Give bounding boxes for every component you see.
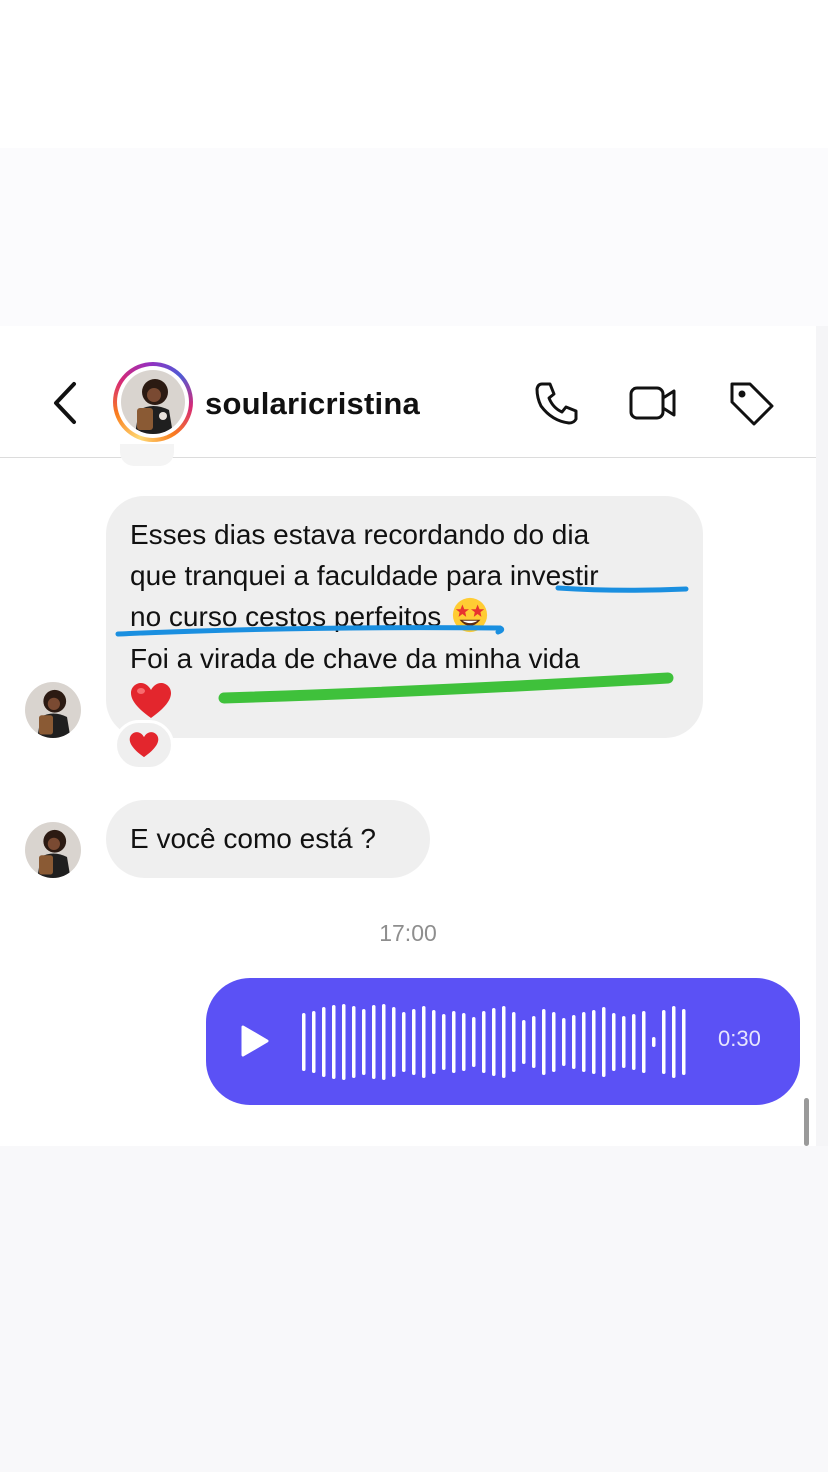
waveform-bar [362, 1009, 366, 1075]
waveform-bar [672, 1006, 676, 1078]
waveform-bar [562, 1018, 566, 1066]
message-bubble[interactable]: E você como está ? [106, 800, 430, 878]
waveform-bar [452, 1011, 456, 1073]
audio-waveform [302, 1004, 686, 1080]
message-line: Esses dias estava recordando do dia [130, 519, 590, 550]
waveform-bar [352, 1006, 356, 1078]
chevron-left-icon[interactable] [44, 378, 84, 428]
waveform-bar [492, 1008, 496, 1076]
sender-avatar[interactable] [25, 682, 81, 738]
message-line: E você como está ? [130, 823, 376, 854]
reaction-heart[interactable] [114, 720, 174, 770]
waveform-bar [422, 1006, 426, 1078]
waveform-bar [612, 1013, 616, 1071]
waveform-bar [472, 1017, 476, 1067]
voice-duration: 0:30 [718, 1026, 761, 1051]
waveform-bar [402, 1012, 406, 1072]
message-line: que tranquei a faculdade para investir [130, 560, 599, 591]
lower-gray-area [0, 1146, 828, 1472]
waveform-bar [412, 1009, 416, 1075]
waveform-bar [622, 1016, 626, 1068]
phone-icon[interactable] [532, 378, 582, 428]
red-heart-emoji [131, 683, 171, 719]
waveform-bar [462, 1013, 466, 1071]
screen: soularicristina Esses dias estava record… [0, 0, 828, 1472]
waveform-bar [432, 1010, 436, 1074]
waveform-bar [602, 1007, 606, 1077]
video-camera-icon[interactable] [628, 378, 678, 428]
chat-header: soularicristina [0, 326, 816, 458]
waveform-bar [552, 1012, 556, 1072]
waveform-bar [442, 1014, 446, 1070]
right-edge [816, 326, 828, 1146]
waveform-bar [532, 1016, 536, 1068]
waveform-bar [322, 1007, 326, 1077]
tag-icon[interactable] [726, 378, 776, 428]
message-bubble[interactable]: Esses dias estava recordando do dia que … [106, 496, 703, 738]
waveform-bar [572, 1015, 576, 1069]
waveform-bar [632, 1014, 636, 1070]
avatar-photo [121, 370, 185, 434]
waveform-bar [512, 1012, 516, 1072]
sender-avatar[interactable] [25, 822, 81, 878]
top-blank-area [0, 0, 828, 148]
message-line: Foi a virada de chave da minha vida [130, 642, 580, 674]
waveform-bar [482, 1011, 486, 1073]
waveform-bar [332, 1005, 336, 1079]
waveform-bar [302, 1013, 306, 1071]
waveform-bar [582, 1012, 586, 1072]
scrollbar[interactable] [804, 1098, 809, 1146]
waveform-bar [392, 1007, 396, 1077]
upper-gray-area [0, 148, 828, 326]
waveform-bar [652, 1037, 656, 1047]
waveform-bar [382, 1004, 386, 1080]
red-heart-emoji [129, 732, 159, 758]
message-timestamp: 17:00 [379, 920, 437, 946]
waveform-bar [312, 1011, 316, 1073]
waveform-bar [682, 1009, 686, 1075]
waveform-bar [592, 1010, 596, 1074]
profile-avatar[interactable] [113, 362, 193, 442]
message-line: no curso cestos perfeitos [130, 601, 442, 632]
waveform-bar [542, 1009, 546, 1075]
waveform-bar [522, 1020, 526, 1064]
waveform-bar [372, 1005, 376, 1079]
play-icon[interactable] [240, 1024, 270, 1058]
waveform-bar [502, 1006, 506, 1078]
waveform-bar [662, 1010, 666, 1074]
waveform-bar [642, 1011, 646, 1073]
chat-username[interactable]: soularicristina [205, 386, 420, 422]
chat-screenshot: soularicristina Esses dias estava record… [0, 326, 816, 1146]
star-struck-emoji [453, 597, 488, 632]
previous-bubble-edge [120, 444, 174, 466]
waveform-bar [342, 1004, 346, 1080]
